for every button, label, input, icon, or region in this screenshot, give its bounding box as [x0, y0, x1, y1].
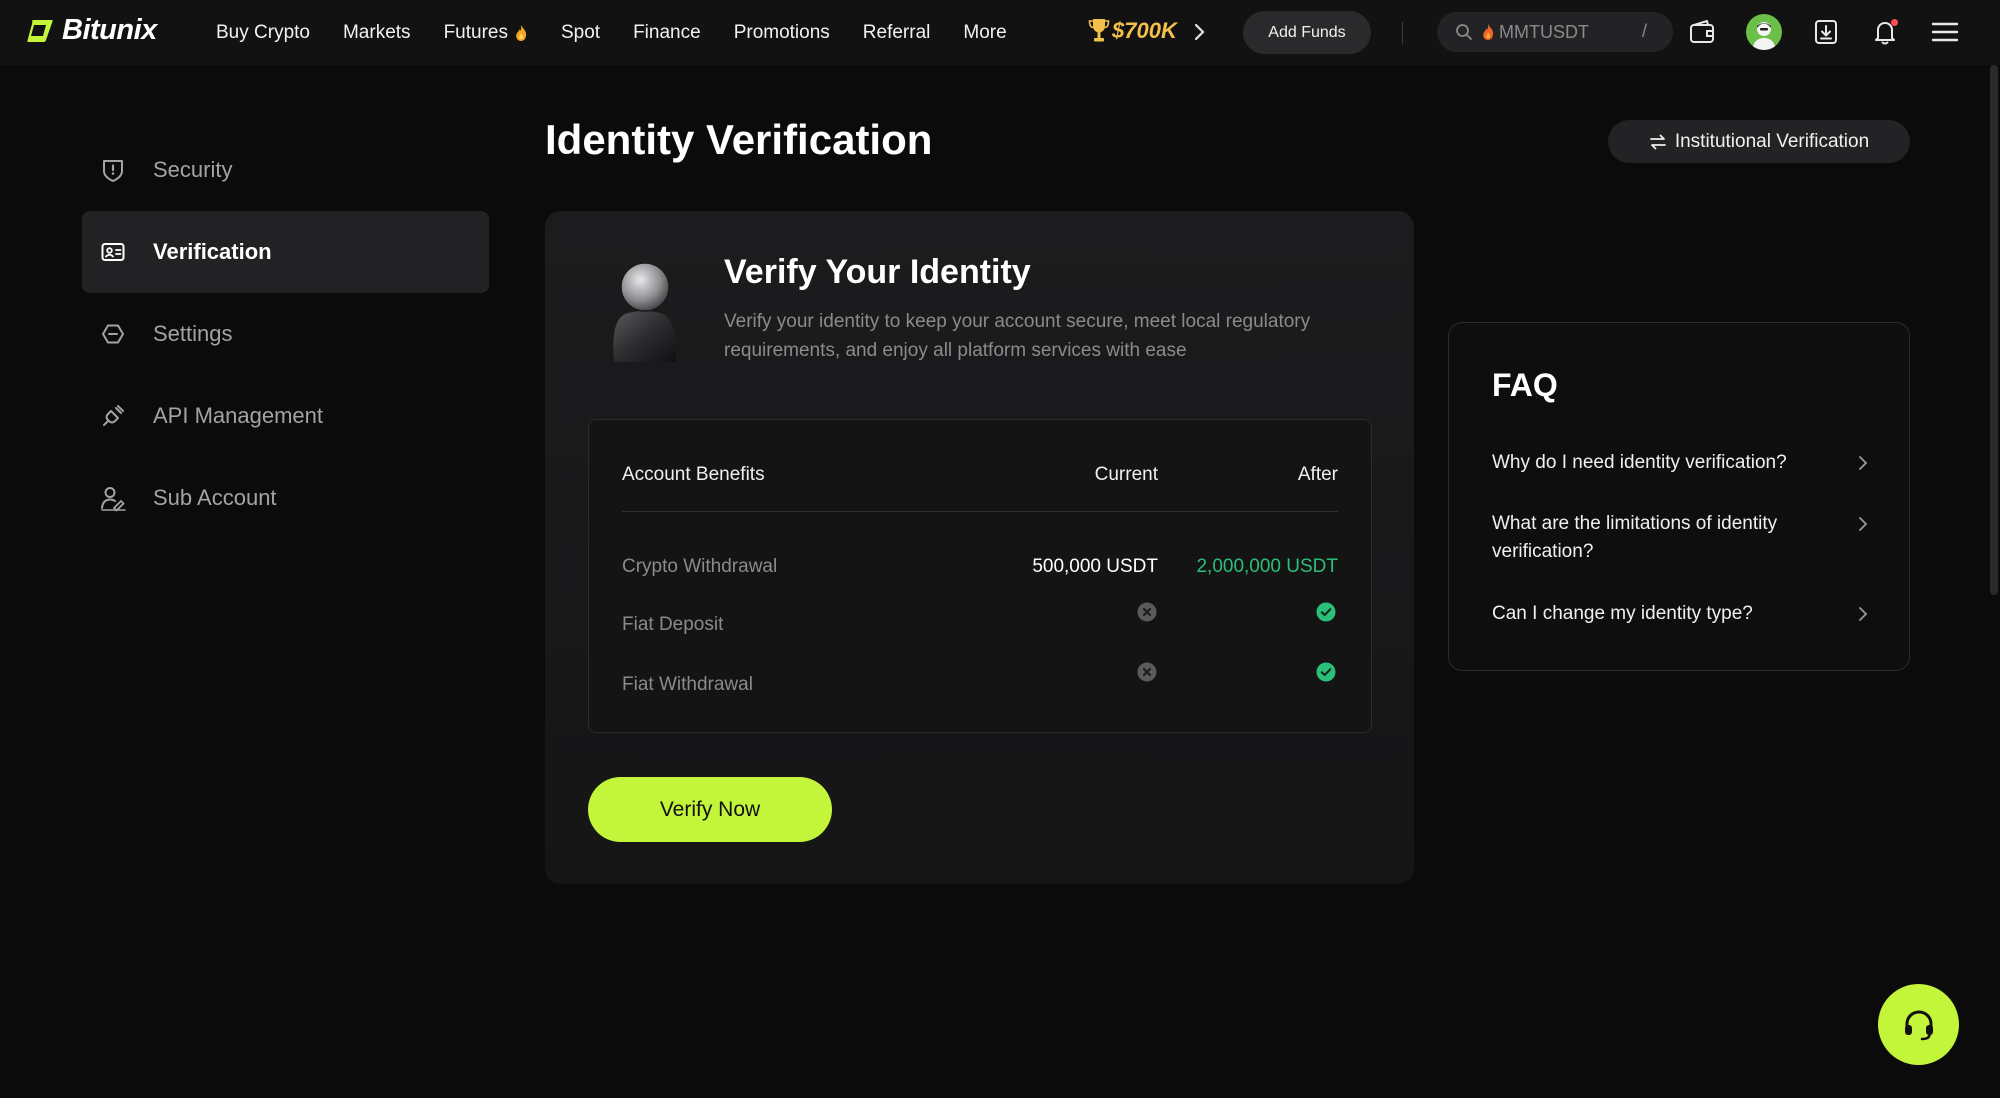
sidebar-item-sub-account[interactable]: Sub Account: [82, 457, 489, 539]
page-title: Identity Verification: [545, 116, 933, 163]
faq-item[interactable]: Why do I need identity verification?: [1492, 449, 1872, 477]
headset-icon: [1904, 1009, 1933, 1040]
row-label-fiat-deposit: Fiat Deposit: [622, 614, 724, 635]
page-scrollbar[interactable]: [1990, 65, 1998, 595]
nav-label: Markets: [342, 21, 411, 43]
faq-item[interactable]: What are the limitations of identity ver…: [1492, 510, 1872, 566]
nav-buy-crypto[interactable]: Buy Crypto: [216, 22, 310, 44]
flame-icon: [516, 24, 527, 41]
nav-more[interactable]: More: [963, 22, 1006, 44]
sidebar-item-api-management[interactable]: API Management: [82, 375, 489, 457]
verify-identity-card: Verify Your Identity Verify your identit…: [545, 211, 1414, 884]
account-benefits-table: Account Benefits Current After Crypto Wi…: [588, 419, 1372, 733]
promo-amount: $700K: [1112, 18, 1177, 43]
not-available-icon: [1137, 662, 1157, 682]
table-divider: [622, 511, 1338, 512]
promo-badge[interactable]: $700K: [1088, 17, 1177, 45]
nav-label: Futures: [443, 21, 508, 43]
market-search[interactable]: /: [1437, 12, 1673, 52]
flame-icon: [1483, 24, 1494, 40]
chevron-right-icon[interactable]: [1856, 515, 1870, 533]
search-icon: [1456, 24, 1472, 40]
faq-panel: FAQ Why do I need identity verification?…: [1448, 322, 1910, 671]
row-label-fiat-withdrawal: Fiat Withdrawal: [622, 674, 753, 695]
sidebar-item-label: Security: [153, 157, 233, 182]
download-icon[interactable]: [1811, 17, 1841, 47]
switch-arrows-icon: [1649, 134, 1666, 149]
customer-support-button[interactable]: [1878, 984, 1959, 1065]
sidebar-item-label: API Management: [153, 403, 323, 428]
nav-label: Finance: [633, 21, 701, 43]
card-title: Verify Your Identity: [724, 253, 1031, 291]
nav-label: Spot: [560, 21, 601, 43]
sidebar-item-label: Verification: [153, 239, 272, 264]
api-key-icon: [103, 405, 124, 426]
institutional-verification-label: Institutional Verification: [1674, 130, 1870, 152]
trophy-icon: [1088, 19, 1110, 42]
nav-markets[interactable]: Markets: [343, 22, 411, 44]
nav-label: Referral: [862, 21, 931, 43]
top-navigation-bar: Bitunix Buy Crypto Markets Futures Spot …: [0, 0, 2000, 65]
chevron-right-icon[interactable]: [1856, 605, 1870, 623]
nav-label: Promotions: [733, 21, 830, 43]
sidebar-item-verification[interactable]: Verification: [82, 211, 489, 293]
available-icon: [1316, 602, 1336, 622]
nav-finance[interactable]: Finance: [633, 22, 701, 44]
available-icon: [1316, 662, 1336, 682]
menu-icon[interactable]: [1930, 17, 1960, 47]
add-funds-button[interactable]: Add Funds: [1243, 11, 1371, 54]
user-avatar-icon: [1752, 22, 1776, 50]
current-limit: 500,000 USDT: [1032, 556, 1158, 577]
chevron-right-icon[interactable]: [1190, 21, 1208, 43]
column-header-after: After: [1297, 464, 1338, 485]
sidebar-item-label: Sub Account: [153, 485, 277, 510]
chevron-right-icon[interactable]: [1856, 454, 1870, 472]
notification-dot: [1891, 19, 1898, 26]
column-header-benefits: Account Benefits: [622, 464, 765, 485]
after-limit: 2,000,000 USDT: [1196, 556, 1338, 577]
wallet-icon[interactable]: [1687, 17, 1717, 47]
main-menu: Buy Crypto Markets Futures Spot Finance …: [216, 0, 1040, 65]
sidebar-item-settings[interactable]: Settings: [82, 293, 489, 375]
search-shortcut-hint: /: [1641, 21, 1647, 41]
nav-referral[interactable]: Referral: [863, 22, 931, 44]
card-description: Verify your identity to keep your accoun…: [724, 311, 1311, 361]
nav-spot[interactable]: Spot: [561, 22, 600, 44]
search-input[interactable]: [1499, 21, 1629, 43]
column-header-current: Current: [1094, 464, 1158, 485]
avatar[interactable]: [1746, 14, 1782, 50]
row-label-crypto-withdrawal: Crypto Withdrawal: [622, 556, 778, 577]
nav-label: Buy Crypto: [216, 21, 310, 43]
settings-icon: [102, 324, 124, 344]
id-card-icon: [101, 243, 125, 261]
faq-title: FAQ: [1492, 367, 1558, 403]
verify-now-button[interactable]: Verify Now: [588, 777, 832, 842]
sidebar-item-security[interactable]: Security: [82, 129, 489, 211]
faq-item[interactable]: Can I change my identity type?: [1492, 600, 1872, 628]
bitunix-logo-icon: [27, 19, 53, 42]
nav-divider: [1402, 22, 1403, 44]
sub-account-icon: [101, 487, 126, 512]
shield-icon: [103, 160, 123, 182]
institutional-verification-button[interactable]: Institutional Verification: [1608, 120, 1910, 163]
brand-logo[interactable]: Bitunix: [26, 14, 157, 47]
settings-sidebar: Security Verification Settings API Manag…: [82, 129, 489, 539]
not-available-icon: [1137, 602, 1157, 622]
person-silhouette-icon: [613, 262, 677, 362]
nav-futures[interactable]: Futures: [444, 22, 528, 44]
brand-name: Bitunix: [62, 14, 157, 46]
nav-label: More: [963, 21, 1007, 43]
nav-promotions[interactable]: Promotions: [734, 22, 830, 44]
sidebar-item-label: Settings: [153, 321, 233, 346]
